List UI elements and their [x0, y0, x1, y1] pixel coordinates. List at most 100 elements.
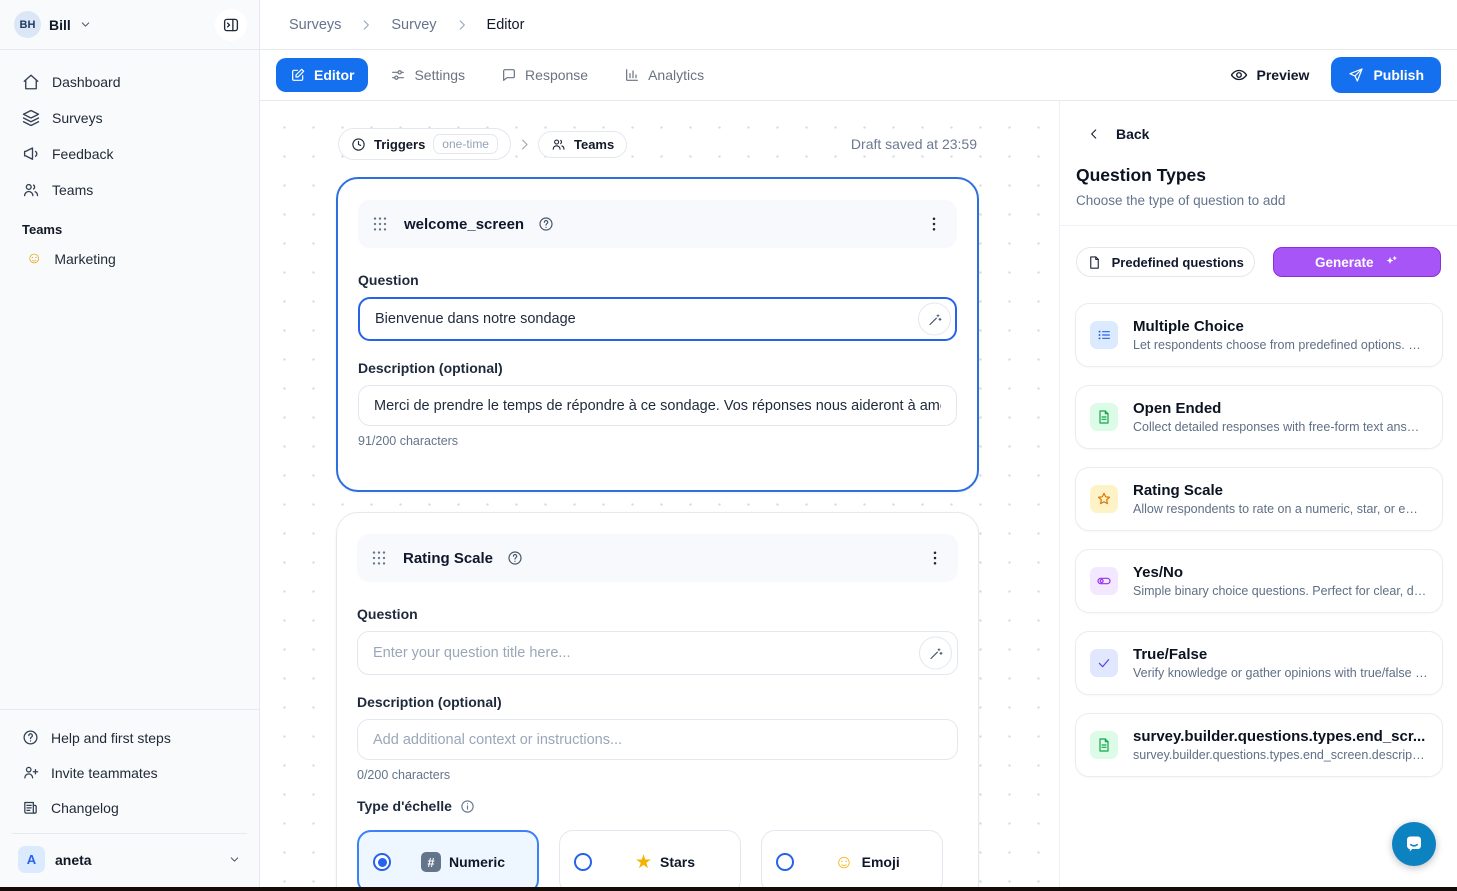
- question-type-list: Multiple Choice Let respondents choose f…: [1060, 277, 1457, 777]
- preview-button[interactable]: Preview: [1230, 66, 1310, 84]
- preview-label: Preview: [1257, 67, 1310, 83]
- tab-settings[interactable]: Settings: [376, 58, 479, 92]
- drag-handle-icon[interactable]: [370, 214, 390, 234]
- sidebar-footer: Help and first steps Invite teammates Ch…: [0, 709, 259, 887]
- breadcrumb-surveys[interactable]: Surveys: [289, 17, 341, 33]
- footer-item-label: Help and first steps: [51, 730, 171, 746]
- scale-option-label: Stars: [660, 854, 695, 870]
- back-label: Back: [1116, 126, 1149, 142]
- panel-toggle-icon: [222, 16, 240, 34]
- teams-pill[interactable]: Teams: [538, 131, 627, 158]
- triggers-pill[interactable]: Triggers one-time: [338, 128, 511, 160]
- sidebar-item-label: Teams: [52, 182, 93, 198]
- sidebar-item-label: Dashboard: [52, 74, 121, 90]
- predefined-questions-button[interactable]: Predefined questions: [1076, 247, 1255, 277]
- tab-editor[interactable]: Editor: [276, 58, 368, 92]
- sidebar-item-label: Surveys: [52, 110, 103, 126]
- scale-option-emoji[interactable]: ☺ Emoji: [761, 830, 943, 891]
- question-card-title: Rating Scale: [403, 550, 493, 567]
- generate-button[interactable]: Generate: [1273, 247, 1442, 277]
- chat-launcher-button[interactable]: [1392, 822, 1436, 866]
- help-circle-icon[interactable]: [507, 550, 523, 566]
- question-card-rating-scale[interactable]: Rating Scale Question Description (optio…: [336, 512, 979, 891]
- toolbar-actions: Preview Publish: [1230, 57, 1442, 93]
- canvas-toprow: Triggers one-time Teams Draft saved at 2…: [338, 128, 977, 160]
- kebab-menu-icon[interactable]: [926, 549, 944, 567]
- sidebar-item-help[interactable]: Help and first steps: [12, 720, 247, 755]
- bar-chart-icon: [624, 67, 640, 83]
- sidebar-top: BH Bill: [0, 0, 259, 50]
- drag-handle-icon[interactable]: [369, 548, 389, 568]
- help-circle-icon[interactable]: [538, 216, 554, 232]
- tab-label: Analytics: [648, 67, 704, 83]
- avatar: BH: [14, 11, 41, 38]
- type-description: Simple binary choice questions. Perfect …: [1133, 584, 1428, 598]
- sidebar-item-marketing[interactable]: ☺ Marketing: [12, 243, 247, 275]
- tab-response[interactable]: Response: [487, 58, 602, 92]
- question-types-panel: Back Question Types Choose the type of q…: [1059, 101, 1457, 891]
- users-icon: [22, 181, 40, 199]
- type-card-yes-no[interactable]: Yes/No Simple binary choice questions. P…: [1075, 549, 1443, 613]
- account-name: aneta: [55, 852, 218, 868]
- question-label: Question: [357, 606, 958, 622]
- question-card-header: Rating Scale: [357, 534, 958, 582]
- breadcrumb-survey[interactable]: Survey: [391, 17, 436, 33]
- layers-icon: [22, 109, 40, 127]
- sidebar-item-changelog[interactable]: Changelog: [12, 790, 247, 825]
- predefined-questions-label: Predefined questions: [1112, 255, 1244, 270]
- radio-unselected[interactable]: [574, 853, 592, 871]
- account-menu[interactable]: A aneta: [12, 833, 247, 887]
- question-title-input[interactable]: [357, 631, 958, 675]
- workspace-user-menu[interactable]: BH Bill: [14, 11, 92, 38]
- type-card-multiple-choice[interactable]: Multiple Choice Let respondents choose f…: [1075, 303, 1443, 367]
- question-card-title: welcome_screen: [404, 216, 524, 233]
- tab-analytics[interactable]: Analytics: [610, 58, 718, 92]
- type-card-true-false[interactable]: True/False Verify knowledge or gather op…: [1075, 631, 1443, 695]
- sliders-icon: [390, 67, 406, 83]
- toolbar-tabs: Editor Settings Response Analytics: [276, 58, 718, 92]
- sidebar-item-invite[interactable]: Invite teammates: [12, 755, 247, 790]
- panel-title: Question Types: [1060, 142, 1457, 186]
- sidebar-collapse-button[interactable]: [215, 9, 247, 41]
- question-card-welcome-screen[interactable]: welcome_screen Question Description (opt…: [336, 177, 979, 492]
- chevron-down-icon: [79, 18, 92, 31]
- chevron-right-icon: [455, 18, 469, 32]
- bottom-strip: [0, 887, 1457, 891]
- star-emoji: ★: [635, 853, 652, 872]
- scale-option-numeric[interactable]: # Numeric: [357, 830, 539, 891]
- ai-rewrite-button[interactable]: [918, 303, 951, 336]
- sidebar-item-teams[interactable]: Teams: [12, 172, 247, 208]
- chevron-left-icon: [1087, 127, 1101, 141]
- info-icon[interactable]: [460, 799, 475, 814]
- chat-bubble-icon: [501, 67, 517, 83]
- publish-button[interactable]: Publish: [1331, 57, 1441, 93]
- question-description-input[interactable]: [358, 385, 957, 426]
- chevron-right-icon: [359, 18, 373, 32]
- sidebar-item-dashboard[interactable]: Dashboard: [12, 64, 247, 100]
- kebab-menu-icon[interactable]: [925, 215, 943, 233]
- type-card-end-screen[interactable]: survey.builder.questions.types.end_scr..…: [1075, 713, 1443, 777]
- question-title-input[interactable]: [358, 297, 957, 341]
- file-icon: [1087, 255, 1102, 270]
- ai-rewrite-button[interactable]: [919, 637, 952, 670]
- radio-unselected[interactable]: [776, 853, 794, 871]
- editor-toolbar: Editor Settings Response Analytics Previ…: [260, 50, 1457, 101]
- list-icon: [1096, 327, 1112, 343]
- sidebar: BH Bill Dashboard Surveys Feedback Teams…: [0, 0, 260, 891]
- radio-selected[interactable]: [373, 853, 391, 871]
- type-card-rating-scale[interactable]: Rating Scale Allow respondents to rate o…: [1075, 467, 1443, 531]
- clock-icon: [351, 137, 366, 152]
- question-description-input[interactable]: [357, 719, 958, 760]
- scale-option-stars[interactable]: ★ Stars: [559, 830, 741, 891]
- draft-status: Draft saved at 23:59: [851, 136, 977, 152]
- description-label: Description (optional): [357, 694, 958, 710]
- back-button[interactable]: Back: [1060, 101, 1457, 142]
- teams-pill-label: Teams: [574, 137, 614, 152]
- sidebar-item-surveys[interactable]: Surveys: [12, 100, 247, 136]
- changelog-icon: [22, 799, 39, 816]
- sidebar-item-feedback[interactable]: Feedback: [12, 136, 247, 172]
- type-title: Yes/No: [1133, 564, 1428, 581]
- char-count: 91/200 characters: [358, 434, 957, 448]
- tab-label: Editor: [314, 67, 354, 83]
- type-card-open-ended[interactable]: Open Ended Collect detailed responses wi…: [1075, 385, 1443, 449]
